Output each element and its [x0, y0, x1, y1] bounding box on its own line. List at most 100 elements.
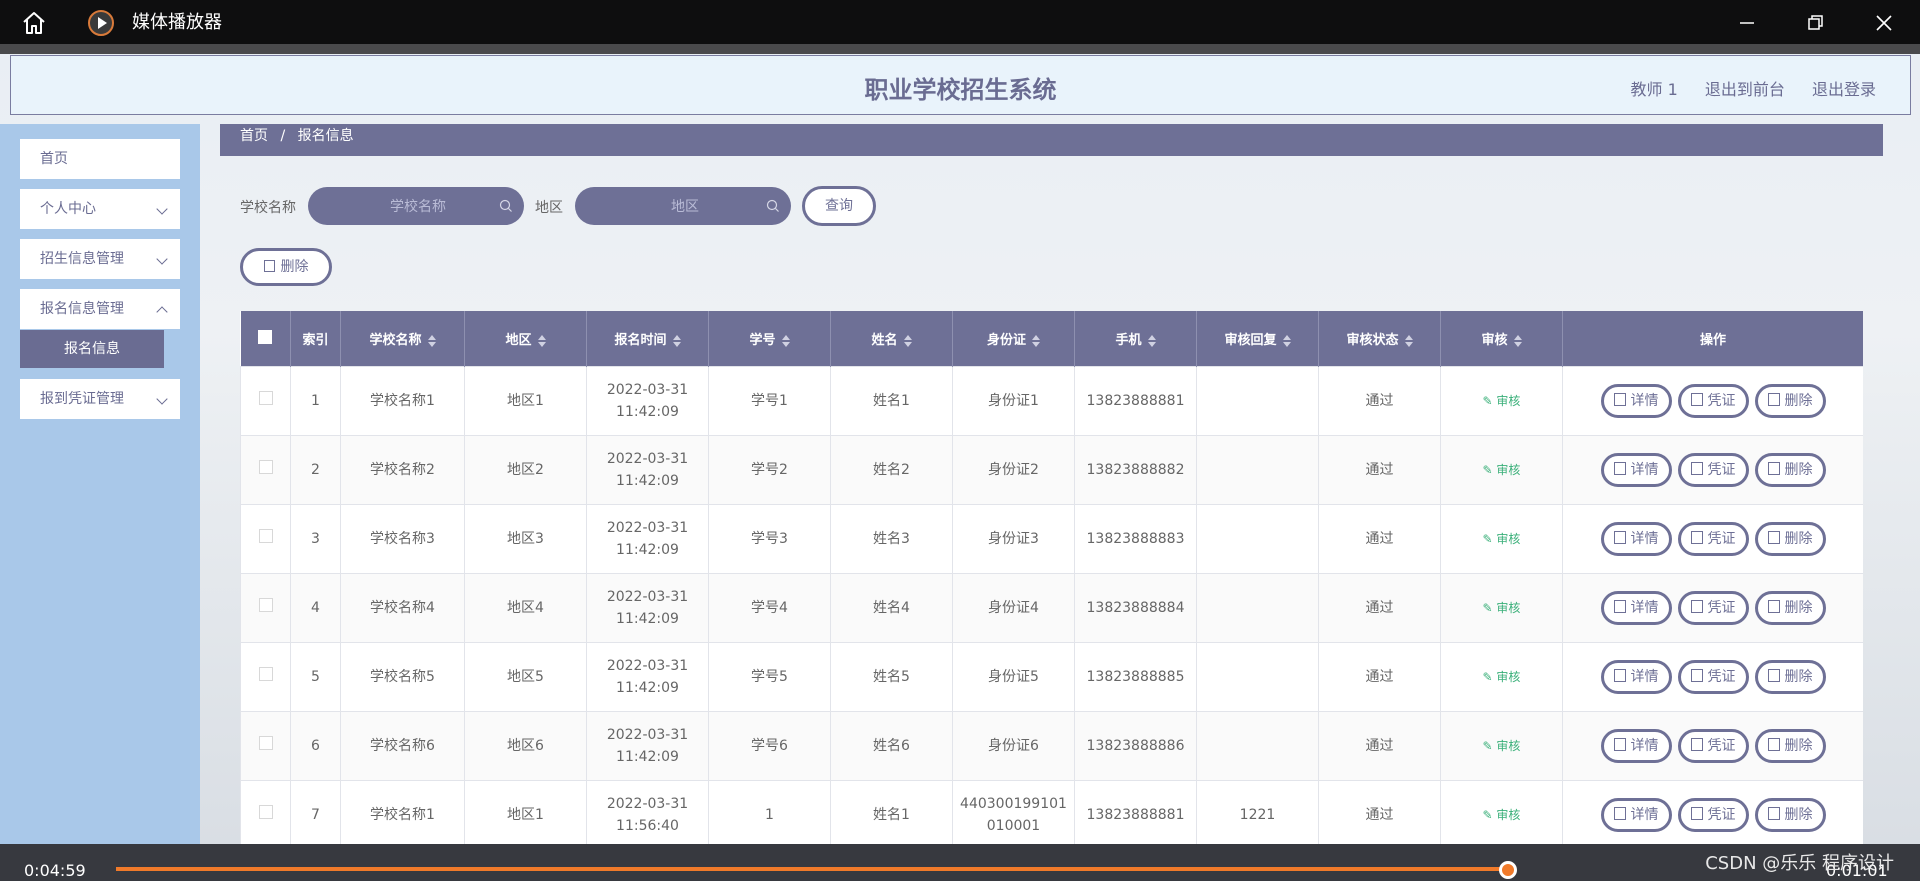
audit-link[interactable]: ✎ 审核	[1483, 532, 1521, 546]
school-name-input[interactable]	[308, 187, 528, 227]
detail-button[interactable]: 详情	[1600, 591, 1672, 625]
audit-link[interactable]: ✎ 审核	[1483, 670, 1521, 684]
table-body: 1 学校名称1 地区1 2022-03-31 11:42:09 学号1 姓名1 …	[240, 366, 1863, 844]
voucher-button[interactable]: 凭证	[1677, 453, 1749, 487]
batch-delete-button[interactable]: 删除	[240, 248, 332, 286]
column-header[interactable]: 姓名	[830, 311, 953, 367]
column-header[interactable]: 学号	[708, 311, 831, 367]
column-header[interactable]: 报名时间	[586, 311, 709, 367]
detail-button[interactable]: 详情	[1600, 384, 1672, 418]
voucher-label: 凭证	[1707, 807, 1736, 823]
cell-actions: 详情 凭证 删除	[1562, 642, 1863, 712]
row-checkbox[interactable]	[258, 805, 273, 819]
document-icon	[1613, 393, 1626, 406]
column-header[interactable]: 审核状态	[1318, 311, 1441, 367]
cell-status: 通过	[1318, 366, 1441, 436]
sidebar-item-enrollment-info[interactable]: 招生信息管理	[20, 239, 180, 279]
audit-link[interactable]: ✎ 审核	[1483, 463, 1521, 477]
cell-phone: 13823888882	[1074, 435, 1197, 505]
detail-button[interactable]: 详情	[1600, 522, 1672, 556]
seek-bar[interactable]	[116, 867, 1516, 871]
restore-icon[interactable]	[1800, 8, 1830, 38]
school-name-field[interactable]	[308, 187, 528, 227]
row-checkbox-cell	[240, 780, 291, 844]
voucher-button[interactable]: 凭证	[1677, 591, 1749, 625]
audit-link[interactable]: ✎ 审核	[1483, 394, 1521, 408]
sort-icon[interactable]	[781, 334, 790, 347]
voucher-button[interactable]: 凭证	[1677, 660, 1749, 694]
column-header[interactable]: 手机	[1074, 311, 1197, 367]
cell-school: 学校名称5	[340, 642, 465, 712]
audit-link[interactable]: ✎ 审核	[1483, 739, 1521, 753]
column-header[interactable]: 学校名称	[340, 311, 465, 367]
home-icon[interactable]	[20, 9, 48, 37]
voucher-button[interactable]: 凭证	[1677, 384, 1749, 418]
query-button[interactable]: 查询	[802, 186, 876, 226]
logout-link[interactable]: 退出登录	[1812, 80, 1876, 99]
row-checkbox[interactable]	[258, 460, 273, 474]
sort-icon[interactable]	[672, 334, 681, 347]
sort-icon[interactable]	[427, 334, 436, 347]
cell-audit: ✎ 审核	[1440, 573, 1563, 643]
sort-icon[interactable]	[903, 334, 912, 347]
close-icon[interactable]	[1869, 8, 1899, 38]
row-delete-button[interactable]: 删除	[1754, 798, 1826, 832]
region-input[interactable]	[575, 187, 795, 227]
detail-button[interactable]: 详情	[1600, 660, 1672, 694]
seek-handle[interactable]	[1499, 861, 1517, 879]
region-field[interactable]	[575, 187, 795, 227]
document-icon	[1690, 807, 1703, 820]
column-header[interactable]: 审核	[1440, 311, 1563, 367]
row-delete-button[interactable]: 删除	[1754, 453, 1826, 487]
document-icon	[1690, 393, 1703, 406]
audit-link[interactable]: ✎ 审核	[1483, 808, 1521, 822]
sort-icon[interactable]	[1282, 334, 1291, 347]
column-header-label: 身份证	[986, 333, 1026, 348]
row-delete-button[interactable]: 删除	[1754, 384, 1826, 418]
column-header-label: 报名时间	[614, 333, 667, 348]
sort-icon[interactable]	[537, 334, 546, 347]
detail-button[interactable]: 详情	[1600, 729, 1672, 763]
sidebar-item-registration-info[interactable]: 报名信息管理	[20, 289, 180, 329]
cell-index: 6	[290, 711, 341, 781]
breadcrumb-home[interactable]: 首页	[240, 128, 268, 144]
exit-to-front-link[interactable]: 退出到前台	[1705, 80, 1785, 99]
sidebar-item-personal-center[interactable]: 个人中心	[20, 189, 180, 229]
cell-time: 2022-03-31 11:56:40	[586, 780, 709, 844]
cell-student-no: 学号3	[708, 504, 831, 574]
detail-label: 详情	[1630, 600, 1659, 616]
row-checkbox[interactable]	[258, 529, 273, 543]
user-name[interactable]: 教师 1	[1631, 80, 1678, 99]
column-header[interactable]: 审核回复	[1196, 311, 1319, 367]
sort-icon[interactable]	[1513, 334, 1522, 347]
voucher-button[interactable]: 凭证	[1677, 522, 1749, 556]
row-checkbox[interactable]	[258, 736, 273, 750]
cell-index: 1	[290, 366, 341, 436]
row-delete-button[interactable]: 删除	[1754, 591, 1826, 625]
row-checkbox[interactable]	[258, 667, 273, 681]
row-delete-button[interactable]: 删除	[1754, 729, 1826, 763]
voucher-button[interactable]: 凭证	[1677, 798, 1749, 832]
select-all-checkbox[interactable]	[258, 329, 273, 344]
cell-id-card: 440300199101010001	[952, 780, 1075, 844]
sidebar-item-home[interactable]: 首页	[20, 139, 180, 179]
row-checkbox[interactable]	[258, 598, 273, 612]
row-delete-button[interactable]: 删除	[1754, 522, 1826, 556]
detail-button[interactable]: 详情	[1600, 453, 1672, 487]
cell-status: 通过	[1318, 711, 1441, 781]
row-checkbox[interactable]	[258, 391, 273, 405]
cell-region: 地区1	[464, 780, 587, 844]
sort-icon[interactable]	[1032, 334, 1040, 347]
row-delete-button[interactable]: 删除	[1754, 660, 1826, 694]
voucher-button[interactable]: 凭证	[1677, 729, 1749, 763]
column-header[interactable]: 身份证	[952, 311, 1075, 367]
minimize-icon[interactable]	[1732, 8, 1762, 38]
sidebar-subitem-registration[interactable]: 报名信息	[20, 330, 164, 368]
sort-icon[interactable]	[1404, 334, 1413, 347]
detail-button[interactable]: 详情	[1600, 798, 1672, 832]
sort-icon[interactable]	[1147, 334, 1156, 347]
sidebar-item-voucher[interactable]: 报到凭证管理	[20, 379, 180, 419]
audit-link[interactable]: ✎ 审核	[1483, 601, 1521, 615]
column-header[interactable]: 地区	[464, 311, 587, 367]
voucher-label: 凭证	[1707, 531, 1736, 547]
